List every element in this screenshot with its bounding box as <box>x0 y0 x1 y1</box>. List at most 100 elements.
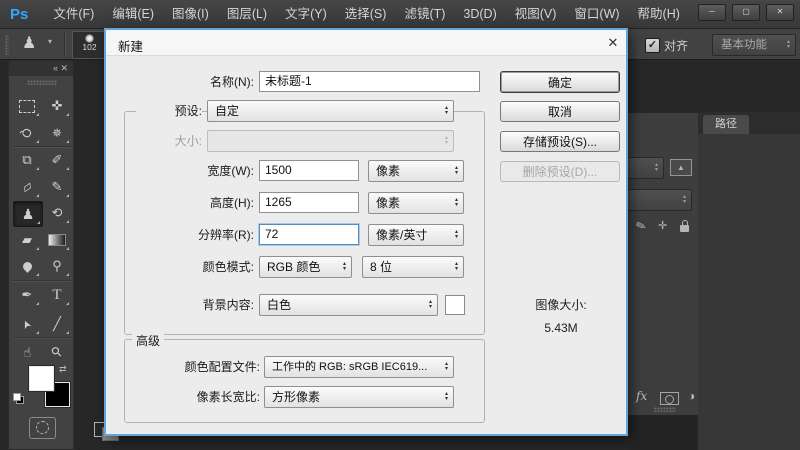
preset-dropdown[interactable]: 自定 <box>207 100 454 122</box>
layer-thumbnail-icon[interactable]: ▲ <box>670 159 692 176</box>
toolbox-panel: « ✕ ✜ Q ✵ ⧉ ✐ ▱ ✎ ♟ ⟲ ▰ ⚲ ✒ T ➤ ╱ ☜ ⚲ ⇄ <box>8 60 74 450</box>
workspace-background <box>628 415 700 450</box>
move-tool[interactable]: ✜ <box>43 94 71 118</box>
menu-select[interactable]: 选择(S) <box>336 0 396 28</box>
height-label: 高度(H): <box>210 196 254 210</box>
zoom-tool[interactable]: ⚲ <box>43 340 71 364</box>
save-preset-button[interactable]: 存储预设(S)... <box>500 131 620 152</box>
bit-depth-dropdown[interactable]: 8 位 <box>362 256 464 278</box>
opacity-dropdown[interactable] <box>628 189 692 211</box>
advanced-group-label[interactable]: 高级 <box>132 332 165 349</box>
magnifier-icon: ⚲ <box>47 342 66 361</box>
history-brush-icon: ⟲ <box>51 205 63 220</box>
minimize-button[interactable]: ─ <box>698 4 726 21</box>
background-color-chip[interactable] <box>445 295 465 315</box>
eyedropper-tool[interactable]: ✐ <box>43 148 71 172</box>
type-icon: T <box>52 286 62 303</box>
lock-position-icon[interactable]: ✛ <box>658 219 667 232</box>
width-input[interactable]: 1500 <box>259 160 359 181</box>
resolution-input[interactable]: 72 <box>259 224 359 245</box>
height-unit-dropdown[interactable]: 像素 <box>368 192 464 214</box>
lock-paint-icon[interactable]: ✎ <box>634 218 648 235</box>
menu-image[interactable]: 图像(I) <box>163 0 218 28</box>
brush-tool[interactable]: ✎ <box>43 175 71 199</box>
add-layer-mask-icon[interactable] <box>660 392 679 405</box>
hand-icon: ☜ <box>20 346 35 358</box>
resolution-unit-dropdown[interactable]: 像素/英寸 <box>368 224 464 246</box>
layer-effects-fx-icon[interactable]: fx <box>636 389 647 403</box>
menu-type[interactable]: 文字(Y) <box>276 0 336 28</box>
adjustment-layer-icon[interactable]: ◑ <box>688 389 695 403</box>
path-selection-tool[interactable]: ➤ <box>13 312 41 336</box>
eraser-icon: ▰ <box>22 232 32 247</box>
tool-preset-dropdown-arrow-icon[interactable]: ▾ <box>48 37 52 46</box>
spot-healing-brush-tool[interactable]: ▱ <box>13 175 41 199</box>
options-grip[interactable] <box>5 35 9 55</box>
panel-grip <box>654 407 676 412</box>
menu-window[interactable]: 窗口(W) <box>565 0 628 28</box>
lock-all-icon[interactable] <box>680 220 689 232</box>
marquee-icon <box>19 99 35 113</box>
menu-help[interactable]: 帮助(H) <box>629 0 689 28</box>
quick-mask-button[interactable] <box>29 417 56 439</box>
toolbox-header[interactable]: « ✕ <box>9 61 73 76</box>
menu-edit[interactable]: 编辑(E) <box>103 0 163 28</box>
brush-icon: ✎ <box>51 179 63 194</box>
background-contents-dropdown[interactable]: 白色 <box>259 294 438 316</box>
water-drop-icon <box>20 259 34 273</box>
type-tool[interactable]: T <box>43 283 71 307</box>
clone-stamp-preset-icon[interactable]: ♟ <box>22 33 36 53</box>
foreground-color-swatch[interactable] <box>29 366 54 391</box>
menu-layer[interactable]: 图层(L) <box>218 0 276 28</box>
magic-wand-tool[interactable]: ✵ <box>43 121 71 145</box>
crop-tool[interactable]: ⧉ <box>13 148 41 172</box>
line-icon: ╱ <box>53 316 61 331</box>
eraser-tool[interactable]: ▰ <box>13 228 41 252</box>
color-profile-dropdown[interactable]: 工作中的 RGB: sRGB IEC619... <box>264 356 454 378</box>
default-colors-icon[interactable] <box>13 393 24 404</box>
workspace-switcher-dropdown[interactable]: 基本功能 <box>712 34 796 56</box>
pixel-aspect-ratio-dropdown[interactable]: 方形像素 <box>264 386 454 408</box>
toolbox-grip[interactable] <box>27 80 57 85</box>
tool-separator <box>13 337 71 338</box>
gradient-tool[interactable] <box>43 228 71 252</box>
history-brush-tool[interactable]: ⟲ <box>43 201 71 225</box>
tab-paths[interactable]: 路径 <box>703 115 749 134</box>
aligned-checkbox[interactable]: ✓ <box>645 38 660 53</box>
dodge-tool[interactable]: ⚲ <box>43 254 71 278</box>
close-window-button[interactable]: ✕ <box>766 4 794 21</box>
lasso-tool[interactable]: Q <box>13 121 41 145</box>
blur-tool[interactable] <box>13 254 41 278</box>
color-mode-label: 颜色模式: <box>202 260 254 274</box>
menu-file[interactable]: 文件(F) <box>44 0 103 28</box>
brush-size-value: 102 <box>82 42 97 52</box>
swap-colors-icon[interactable]: ⇄ <box>59 364 67 375</box>
cancel-button[interactable]: 取消 <box>500 101 620 122</box>
dialog-title: 新建 <box>118 40 144 54</box>
pen-tool[interactable]: ✒ <box>13 283 41 307</box>
dialog-title-bar[interactable]: 新建 ✕ <box>106 30 626 56</box>
maximize-button[interactable]: ▢ <box>732 4 760 21</box>
line-tool[interactable]: ╱ <box>43 312 71 336</box>
menu-view[interactable]: 视图(V) <box>506 0 566 28</box>
blend-mode-dropdown[interactable] <box>628 157 664 179</box>
menu-filter[interactable]: 滤镜(T) <box>395 0 454 28</box>
tool-separator <box>13 280 71 281</box>
image-size-label: 图像大小: <box>535 298 587 312</box>
window-controls: ─ ▢ ✕ <box>698 4 794 21</box>
menu-3d[interactable]: 3D(D) <box>454 0 505 28</box>
name-input[interactable]: 未标题-1 <box>259 71 480 92</box>
paths-panel-header: 路径 <box>698 112 800 134</box>
dodge-icon: ⚲ <box>52 258 62 273</box>
height-input[interactable]: 1265 <box>259 192 359 213</box>
brush-preset-picker[interactable]: 102 <box>72 31 107 59</box>
image-size-value: 5.43M <box>544 321 578 335</box>
width-unit-dropdown[interactable]: 像素 <box>368 160 464 182</box>
rectangular-marquee-tool[interactable] <box>13 94 41 118</box>
ok-button[interactable]: 确定 <box>500 71 620 93</box>
color-mode-dropdown[interactable]: RGB 颜色 <box>259 256 352 278</box>
dialog-close-icon[interactable]: ✕ <box>602 33 624 52</box>
clone-stamp-tool[interactable]: ♟ <box>13 201 43 227</box>
width-label: 宽度(W): <box>207 164 254 178</box>
hand-tool[interactable]: ☜ <box>13 340 41 364</box>
